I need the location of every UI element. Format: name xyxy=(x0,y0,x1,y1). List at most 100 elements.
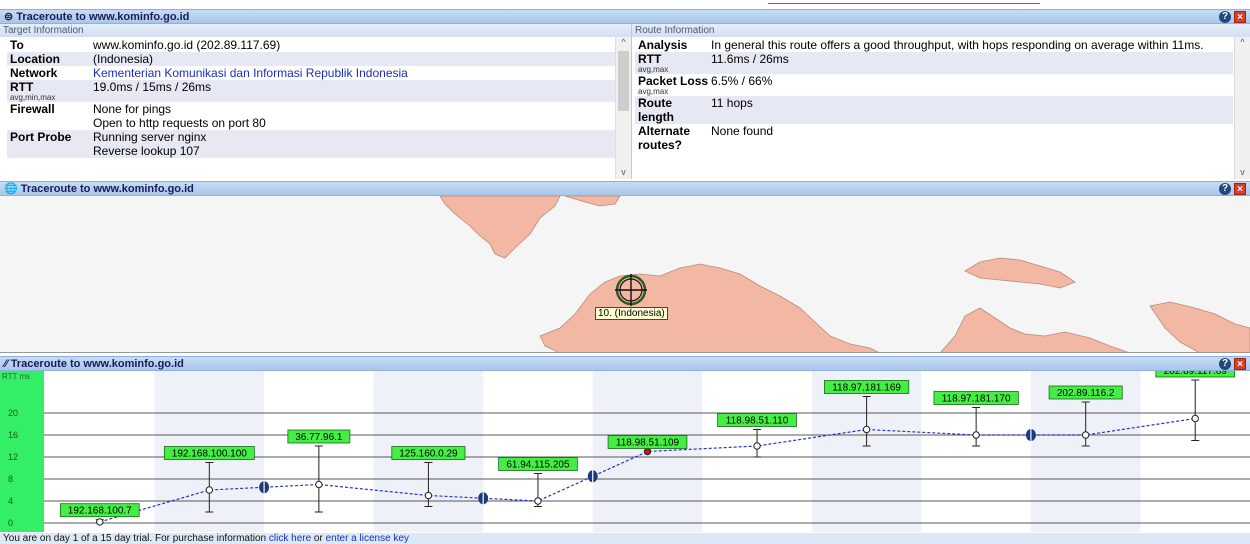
target-value: Kementerian Komunikasi dan Informasi Rep… xyxy=(93,66,408,80)
map-marker-label: 10. (Indonesia) xyxy=(595,307,668,320)
hop-point[interactable] xyxy=(96,518,104,526)
close-icon[interactable]: × xyxy=(1234,11,1246,23)
hop-label: 118.97.181.169 xyxy=(832,383,901,394)
hop-point[interactable] xyxy=(205,486,214,494)
land-east-islands xyxy=(940,307,1129,352)
target-value-extra: Reverse lookup 107 xyxy=(93,144,200,158)
scroll-down-icon[interactable]: v xyxy=(616,167,631,179)
hop-label: 192.168.100.7 xyxy=(68,506,132,517)
target-key: Port Probe xyxy=(10,130,72,144)
route-row: Alternate routes? None found xyxy=(635,124,1233,152)
help-icon[interactable]: ? xyxy=(1219,358,1231,370)
hop-point[interactable] xyxy=(1191,414,1199,423)
target-value: 19.0ms / 15ms / 26ms xyxy=(93,80,212,94)
y-tick-label: 16 xyxy=(8,430,18,440)
scroll-up-icon[interactable]: ^ xyxy=(616,37,631,49)
license-key-link[interactable]: enter a license key xyxy=(326,533,409,544)
chart-area[interactable]: RTT ms 0 4 8 12 16 20 192.168.100.7 192.168.100.… xyxy=(0,363,1250,532)
land-small-island xyxy=(1149,301,1250,352)
y-tick-label: 20 xyxy=(8,408,18,418)
target-key: Firewall xyxy=(10,102,55,116)
help-icon[interactable]: ? xyxy=(1219,183,1231,195)
top-strip xyxy=(0,0,1250,8)
info-panel: ⊜ Traceroute to www.kominfo.go.id ? × Ta… xyxy=(0,9,1250,179)
map-panel-title: Traceroute to www.kominfo.go.id xyxy=(20,182,194,195)
route-information-section: Route Information Analysis In general thi… xyxy=(632,24,1250,179)
target-row: Port Probe Running server nginx Reverse lo… xyxy=(7,130,615,158)
hop-label: 118.98.51.109 xyxy=(616,438,680,449)
route-row: Packet Loss avg,max 6.5% / 66% xyxy=(635,74,1233,96)
globe-icon: 🌐 xyxy=(4,183,18,195)
route-value: 11 hops xyxy=(711,96,753,110)
top-link-underline[interactable] xyxy=(768,0,1040,4)
land-java xyxy=(539,263,879,352)
route-key: Packet Loss avg,max xyxy=(635,74,711,96)
target-information-section: Target Information To www.kominfo.go.id (… xyxy=(0,24,632,179)
scroll-up-icon[interactable]: ^ xyxy=(1235,37,1250,49)
route-value: 6.5% / 66% xyxy=(711,74,773,88)
route-scrollbar[interactable]: ^ v xyxy=(1234,37,1250,179)
target-value: (Indonesia) xyxy=(93,52,154,66)
target-value-extra: Open to http requests on port 80 xyxy=(93,116,266,130)
y-tick-label: 0 xyxy=(8,518,13,528)
close-icon[interactable]: × xyxy=(1234,183,1246,195)
hop-point[interactable] xyxy=(1081,431,1090,439)
hop-label: 36.77.96.1 xyxy=(295,432,343,443)
help-icon[interactable]: ? xyxy=(1219,11,1231,23)
hop-label: 61.94.115.205 xyxy=(506,460,570,471)
map-panel-titlebar: 🌐 Traceroute to www.kominfo.go.id ? × xyxy=(0,181,1250,196)
rtt-chart: RTT ms 0 4 8 12 16 20 192.168.100.7 192.168.100.… xyxy=(0,363,1250,532)
route-information-header: Route Information xyxy=(632,24,1250,37)
route-key: Alternate routes? xyxy=(638,124,691,152)
route-value: In general this route offers a good thro… xyxy=(711,38,1204,52)
route-key-sub: avg,max xyxy=(638,65,669,74)
map-canvas[interactable]: 10. (Indonesia) xyxy=(0,196,1250,353)
trial-text: You are on day 1 of a 15 day trial. For … xyxy=(3,533,269,544)
route-key: Analysis xyxy=(638,38,688,52)
hop-point[interactable] xyxy=(315,480,323,489)
status-bar: You are on day 1 of a 15 day trial. For … xyxy=(0,533,1250,544)
hop-point[interactable] xyxy=(424,491,433,500)
scroll-thumb[interactable] xyxy=(618,51,629,111)
target-value: www.kominfo.go.id (202.89.117.69) xyxy=(93,38,281,52)
target-row: To www.kominfo.go.id (202.89.117.69) xyxy=(7,38,615,52)
y-tick-label: 4 xyxy=(8,496,13,506)
hop-label: 202.89.116.2 xyxy=(1057,388,1115,399)
hop-point[interactable] xyxy=(534,497,542,505)
scroll-down-icon[interactable]: v xyxy=(1235,167,1250,179)
map-panel: 🌐 Traceroute to www.kominfo.go.id ? × 10… xyxy=(0,181,1250,353)
status-or-text: or xyxy=(311,533,326,544)
hop-point[interactable] xyxy=(972,431,980,439)
target-key: To xyxy=(10,38,24,52)
close-icon[interactable]: × xyxy=(1234,358,1246,370)
land-far-east xyxy=(964,257,1076,289)
hop-point[interactable] xyxy=(753,442,761,450)
target-key: RTT avg,min,max xyxy=(7,80,93,102)
route-rows: Analysis In general this route offers a g… xyxy=(635,38,1233,152)
hop-label: 202.89.117.69 xyxy=(1164,371,1228,377)
land-borneo-bit xyxy=(564,196,621,207)
route-key: RTT avg,max xyxy=(635,52,711,74)
route-key-sub: avg,max xyxy=(638,87,669,96)
target-scrollbar[interactable]: ^ v xyxy=(615,37,631,179)
target-key-sub: avg,min,max xyxy=(10,93,56,102)
target-row: Location (Indonesia) xyxy=(7,52,615,66)
target-value: Running server nginx Reverse lookup 107 xyxy=(93,130,615,158)
hop-point[interactable] xyxy=(862,425,871,434)
click-here-link[interactable]: click here xyxy=(269,533,311,544)
target-rows: To www.kominfo.go.id (202.89.117.69) Locat… xyxy=(7,38,615,158)
route-value: 11.6ms / 26ms xyxy=(711,52,789,66)
route-value: None found xyxy=(711,124,774,138)
hop-label: 192.168.100.100 xyxy=(172,449,248,460)
hop-label: 125.160.0.29 xyxy=(399,449,458,460)
target-row: Network Kementerian Komunikasi dan Inform… xyxy=(7,66,615,80)
hop-point[interactable] xyxy=(643,447,652,456)
target-key: Location xyxy=(10,52,60,66)
route-row: RTT avg,max 11.6ms / 26ms xyxy=(635,52,1233,74)
info-panel-titlebar: ⊜ Traceroute to www.kominfo.go.id ? × xyxy=(0,9,1250,24)
y-axis-label: RTT ms xyxy=(2,372,30,381)
chart-panel-title: Traceroute to www.kominfo.go.id xyxy=(10,357,184,370)
hop-label: 118.97.181.170 xyxy=(942,394,1011,405)
target-value: None for pings Open to http requests on p… xyxy=(93,102,615,130)
target-row: RTT avg,min,max 19.0ms / 15ms / 26ms xyxy=(7,80,615,102)
